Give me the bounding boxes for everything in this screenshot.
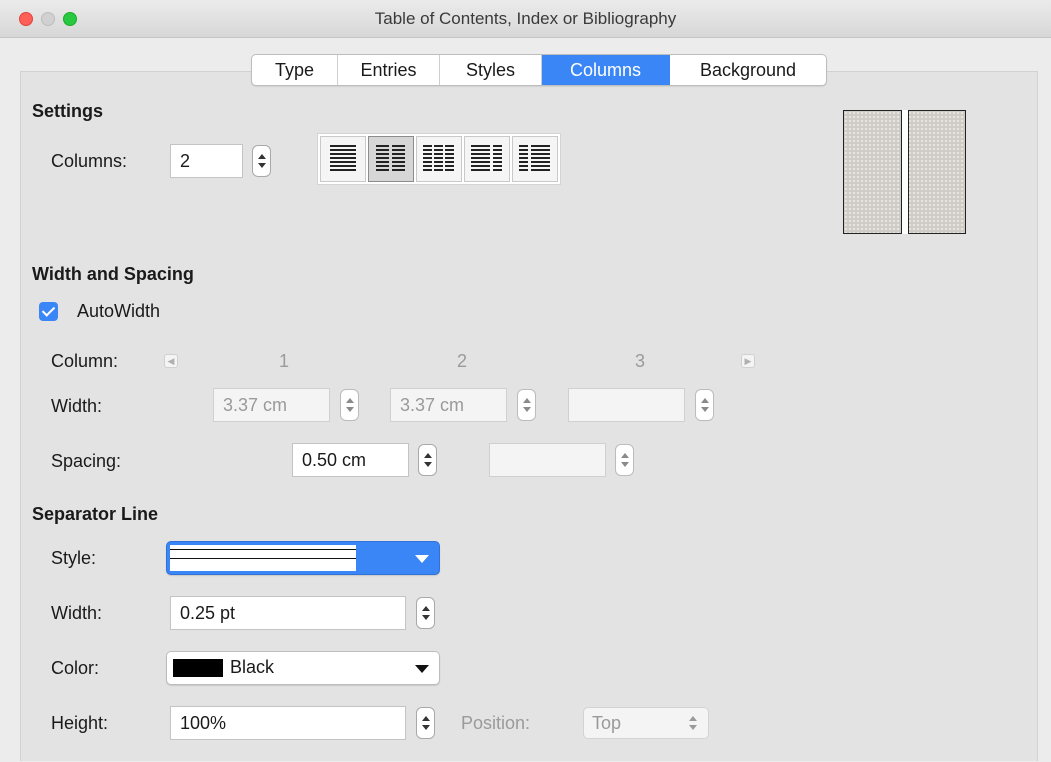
layout-one-column-button[interactable] (320, 136, 366, 182)
color-swatch (173, 659, 223, 677)
column3-width-stepper[interactable] (695, 389, 714, 421)
columns-count-field[interactable]: 2 (170, 144, 243, 178)
layout-two-columns-button[interactable] (368, 136, 414, 182)
tab-background[interactable]: Background (670, 55, 826, 85)
spacing2-stepper[interactable] (615, 444, 634, 476)
columns-count-stepper[interactable] (252, 145, 271, 177)
tab-bar: Type Entries Styles Columns Background (251, 54, 827, 86)
column3-width-field[interactable] (568, 388, 685, 422)
column1-width-stepper[interactable] (340, 389, 359, 421)
line-width-stepper[interactable] (416, 597, 435, 629)
width-spacing-heading: Width and Spacing (32, 264, 194, 284)
color-value: Black (230, 657, 275, 677)
color-label: Color: (51, 658, 100, 678)
column-number-3: 3 (635, 351, 646, 371)
width-label: Width: (51, 396, 103, 416)
autowidth-label: AutoWidth (77, 301, 161, 321)
line-style-dropdown[interactable] (166, 541, 440, 575)
line-width-label: Width: (51, 603, 103, 623)
style-label: Style: (51, 548, 97, 568)
tab-columns[interactable]: Columns (542, 55, 670, 85)
columns-label: Columns: (51, 151, 128, 171)
line-width-field[interactable]: 0.25 pt (170, 596, 406, 630)
updown-arrows-icon (688, 716, 698, 730)
spacing2-field[interactable] (489, 443, 606, 477)
position-value: Top (592, 713, 622, 733)
title-bar: Table of Contents, Index or Bibliography (0, 0, 1051, 38)
position-label: Position: (461, 713, 531, 733)
layout-right-wide-button[interactable] (512, 136, 558, 182)
height-label: Height: (51, 713, 109, 733)
chevron-down-icon (415, 665, 429, 673)
column-layout-presets (317, 133, 561, 185)
tab-entries[interactable]: Entries (338, 55, 440, 85)
column-number-1: 1 (279, 351, 290, 371)
spacing-label: Spacing: (51, 451, 122, 471)
column1-width-field[interactable]: 3.37 cm (213, 388, 330, 422)
line-height-field[interactable]: 100% (170, 706, 406, 740)
position-select[interactable]: Top (583, 707, 709, 739)
column-label: Column: (51, 351, 119, 371)
tab-type[interactable]: Type (252, 55, 338, 85)
column2-width-stepper[interactable] (517, 389, 536, 421)
line-height-stepper[interactable] (416, 707, 435, 739)
settings-heading: Settings (32, 101, 104, 121)
layout-three-columns-button[interactable] (416, 136, 462, 182)
column-number-2: 2 (457, 351, 468, 371)
column-scroll-right-button[interactable]: ▶ (741, 354, 755, 368)
window-title: Table of Contents, Index or Bibliography (374, 9, 677, 28)
tab-styles[interactable]: Styles (440, 55, 542, 85)
line-style-sample (170, 545, 356, 571)
layout-left-wide-button[interactable] (464, 136, 510, 182)
chevron-down-icon (415, 555, 429, 563)
autowidth-checkbox[interactable] (39, 302, 58, 321)
line-color-dropdown[interactable]: Black (166, 651, 440, 685)
separator-heading: Separator Line (32, 504, 159, 524)
spacing1-field[interactable]: 0.50 cm (292, 443, 409, 477)
column-scroll-left-button[interactable]: ◀ (164, 354, 178, 368)
preview-separator (901, 110, 909, 234)
column2-width-field[interactable]: 3.37 cm (390, 388, 507, 422)
column-preview (843, 110, 966, 234)
spacing1-stepper[interactable] (418, 444, 437, 476)
